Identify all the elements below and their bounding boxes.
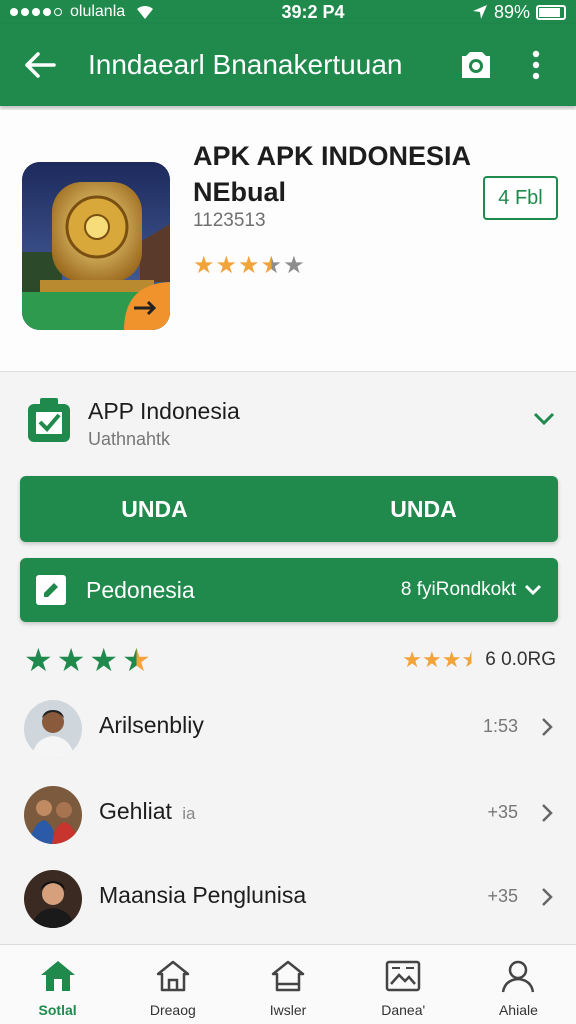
list-item-name: Gehliat ia [99,798,196,824]
star-icon: ★ [24,642,53,678]
avatar [24,870,82,928]
house-icon [269,959,307,998]
nav-item-2[interactable]: Dreaog [115,945,230,1024]
chevron-down-icon [524,584,542,596]
list-item[interactable]: Arilsenbliy 1:53 [0,700,576,780]
app-title: APK APK INDONESIA NEbual [193,141,471,207]
rating-summary: ★ ★ ★ ★ 6 0.0RG [402,647,556,673]
image-icon [384,959,422,998]
app-hero-card: APK APK INDONESIA NEbual 1123513 ★ ★ ★ ★ ★ 4… [0,110,576,372]
status-time: 39:2 P4 [281,1,345,22]
verified-app-icon [26,398,72,449]
nav-item-home[interactable]: Sotlal [0,945,115,1024]
star-icon: ★ [422,647,442,672]
battery-percent: 89% [493,1,530,22]
star-icon: ★ [193,252,215,279]
avatar [24,700,82,758]
app-row-title: APP Indonesia [88,398,240,424]
home-icon [39,959,77,998]
nav-label: Iwsler [269,1002,307,1018]
list-item-name: Arilsenbliy [99,712,204,738]
star-icon: ★ [441,647,462,672]
star-icon: ★ [215,252,238,279]
bottom-navigation: Sotlal Dreaog Iwsler Danea' Ahiale [0,944,576,1024]
star-icon: ★ [283,252,305,279]
rating-stars-large: ★ ★ ★ ★ [24,644,151,676]
install-button[interactable]: 4 Fbl [483,176,558,220]
home-outline-icon [154,959,192,998]
star-icon: ★ [89,642,119,678]
app-row-subtitle: Uathnahtk [88,429,171,449]
download-button-right[interactable]: UNDA [289,476,558,542]
battery-icon [536,4,566,20]
chevron-right-icon [540,886,554,913]
region-select[interactable]: Pedonesia 8 fyiRondkokt [20,558,558,622]
nav-item-4[interactable]: Danea' [346,945,461,1024]
list-item[interactable]: Maansia Penglunisa +35 [0,870,576,950]
app-bar-title: Inndaearl Bnanakertuuan [88,49,403,80]
rating-value: 6 0.0RG [485,649,556,670]
camera-icon[interactable] [456,45,496,85]
rating-stars-small: ★ ★ ★ ★ [402,647,481,673]
avatar [24,786,82,844]
chevron-right-icon [540,716,554,743]
carrier-label: olulanla [70,3,126,20]
list-item[interactable]: Gehliat ia +35 [0,786,576,866]
list-item-tag: ia [182,804,196,823]
nav-label: Danea' [381,1002,426,1018]
star-icon: ★ [238,252,260,279]
chevron-down-icon[interactable] [533,412,555,431]
star-icon: ★ [122,642,151,678]
wifi-icon [135,4,155,20]
person-icon [499,959,537,998]
location-arrow-icon [472,4,488,20]
list-item-time: 1:53 [482,716,518,736]
select-value: 8 fyiRondkokt [400,579,516,600]
arrow-left-icon[interactable] [20,45,60,85]
signal-dots [10,8,62,16]
nav-label: Sotlal [38,1002,77,1018]
nav-label: Dreaog [149,1002,196,1018]
app-rating-stars: ★ ★ ★ ★ ★ [193,254,305,278]
app-id: 1123513 [193,210,266,231]
select-label: Pedonesia [86,576,195,603]
star-icon: ★ [260,252,283,279]
nav-item-3[interactable]: Iwsler [230,945,345,1024]
star-icon: ★ [461,647,482,672]
chevron-right-icon [540,802,554,829]
nav-item-profile[interactable]: Ahiale [461,945,576,1024]
star-icon: ★ [56,642,86,678]
download-button-left[interactable]: UNDA [20,476,289,542]
star-icon: ★ [402,647,423,672]
app-icon-image[interactable] [22,162,170,330]
edit-icon [36,575,66,605]
nav-label: Ahiale [498,1002,538,1018]
download-button-group: UNDA UNDA [20,476,558,542]
status-bar: olulanla 39:2 P4 89% [0,0,576,24]
list-item-time: +35 [487,886,518,906]
list-item-time: +35 [487,802,518,822]
list-item-name: Maansia Penglunisa [99,882,307,908]
more-vert-icon[interactable] [516,45,556,85]
app-bar: Inndaearl Bnanakertuuan [0,24,576,106]
